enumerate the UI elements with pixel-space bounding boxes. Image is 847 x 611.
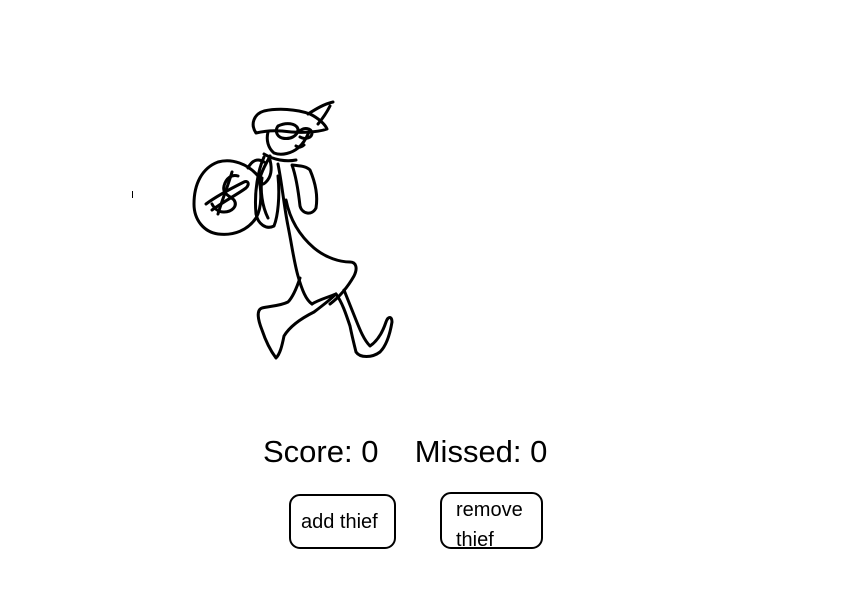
missed-label: Missed: bbox=[414, 434, 522, 469]
remove-thief-button[interactable]: remove thief bbox=[440, 492, 543, 551]
score-value: 0 bbox=[361, 434, 379, 469]
add-thief-button[interactable]: add thief bbox=[289, 494, 396, 549]
game-canvas[interactable]: Score: 0 Missed: 0 add thief remove thie… bbox=[0, 0, 847, 611]
score-label: Score: bbox=[263, 434, 353, 469]
add-thief-label: add thief bbox=[301, 511, 378, 533]
remove-thief-label: remove thief bbox=[456, 499, 523, 551]
stray-pixel-mark bbox=[132, 191, 133, 198]
missed-value: 0 bbox=[530, 434, 548, 469]
thief-with-money-bag-icon[interactable] bbox=[185, 95, 400, 370]
scoreboard: Score: 0 Missed: 0 bbox=[263, 432, 547, 472]
